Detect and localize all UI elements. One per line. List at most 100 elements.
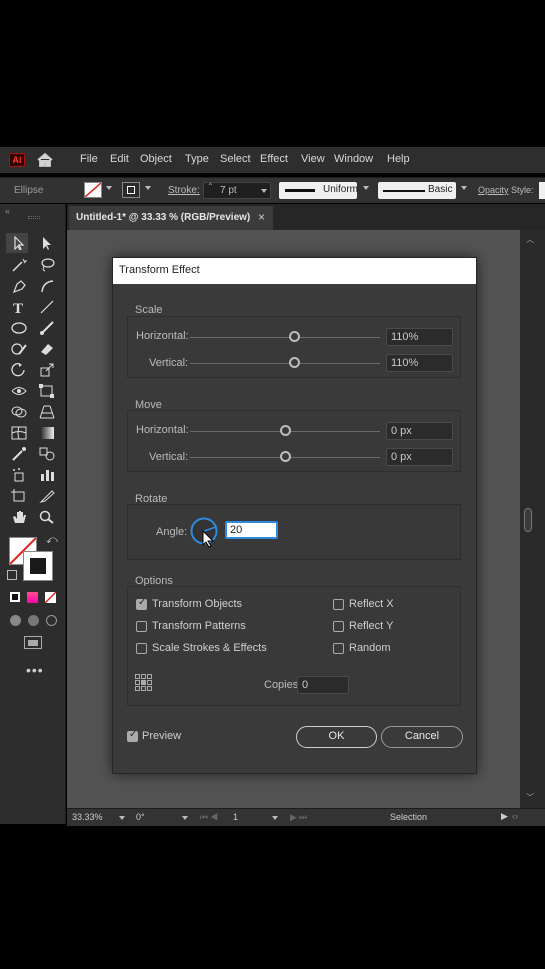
scale-horizontal-slider-thumb[interactable] <box>289 331 300 342</box>
free-transform-tool-icon[interactable] <box>39 384 55 398</box>
rotation-value[interactable]: 0° <box>136 812 145 822</box>
scale-vertical-field[interactable]: 110% <box>386 354 453 372</box>
random-checkbox[interactable] <box>333 643 344 654</box>
copies-field[interactable]: 0 <box>297 676 349 694</box>
draw-behind-icon[interactable] <box>28 615 39 626</box>
move-vertical-slider-thumb[interactable] <box>280 451 291 462</box>
scale-strokes-label[interactable]: Scale Strokes & Effects <box>152 642 267 654</box>
scroll-down-icon[interactable]: ﹀ <box>526 792 534 803</box>
artboard-prev-nav-icon[interactable]: ⏮◀ <box>200 812 220 823</box>
stroke-weight-field[interactable]: ⌃ 7 pt <box>203 182 271 199</box>
rotate-tool-icon[interactable] <box>11 363 27 377</box>
reflect-x-label[interactable]: Reflect X <box>349 598 394 610</box>
transform-patterns-checkbox[interactable] <box>136 621 147 632</box>
artboard-chevron-icon[interactable] <box>272 816 278 820</box>
curvature-tool-icon[interactable] <box>39 279 55 293</box>
edit-toolbar-more-icon[interactable]: ••• <box>26 662 44 678</box>
stepper-icon[interactable]: ⌃ <box>207 182 214 191</box>
lasso-tool-icon[interactable] <box>39 258 55 272</box>
stroke-color-swatch[interactable] <box>23 551 53 581</box>
preview-label[interactable]: Preview <box>142 730 181 742</box>
menu-window[interactable]: Window <box>334 153 373 165</box>
opacity-label[interactable]: Opacity <box>478 185 509 195</box>
scrollbar-thumb[interactable] <box>524 508 532 532</box>
brush-chevron-icon[interactable] <box>461 186 467 190</box>
symbol-sprayer-tool-icon[interactable] <box>11 468 27 482</box>
reflect-y-label[interactable]: Reflect Y <box>349 620 393 632</box>
fill-dropdown-chevron-icon[interactable] <box>106 186 112 190</box>
stroke-profile-chevron-icon[interactable] <box>363 186 369 190</box>
hand-tool-icon[interactable] <box>11 510 27 524</box>
stroke-weight-chevron-icon[interactable] <box>261 189 267 193</box>
artboard-tool-icon[interactable] <box>11 489 27 503</box>
stroke-swatch[interactable] <box>122 182 140 198</box>
selection-tool-icon[interactable] <box>11 235 27 252</box>
type-tool-icon[interactable]: T <box>11 300 27 317</box>
stroke-label[interactable]: Stroke: <box>168 185 200 196</box>
move-horizontal-slider-thumb[interactable] <box>280 425 291 436</box>
draw-inside-icon[interactable] <box>46 615 57 626</box>
scale-horizontal-slider[interactable] <box>190 337 380 338</box>
home-icon[interactable] <box>36 152 54 168</box>
document-tab[interactable]: Untitled-1* @ 33.33 % (RGB/Preview) × <box>69 206 273 230</box>
artboard-number[interactable]: 1 <box>233 812 238 822</box>
status-menu-arrow-icon[interactable]: ▶ <box>501 811 508 822</box>
move-horizontal-field[interactable]: 0 px <box>386 422 453 440</box>
artboard-next-nav-icon[interactable]: ▶⏭ <box>290 812 309 823</box>
paintbrush-tool-icon[interactable] <box>39 321 55 335</box>
zoom-chevron-icon[interactable] <box>119 816 125 820</box>
scale-strokes-checkbox[interactable] <box>136 643 147 654</box>
screen-mode-icon[interactable] <box>24 636 42 649</box>
reflect-x-checkbox[interactable] <box>333 599 344 610</box>
magic-wand-tool-icon[interactable] <box>11 258 28 272</box>
fill-swatch[interactable] <box>84 182 102 198</box>
pen-tool-icon[interactable] <box>11 279 27 294</box>
dialog-title[interactable]: Transform Effect <box>113 258 476 284</box>
default-colors-icon[interactable] <box>7 570 17 580</box>
cancel-button[interactable]: Cancel <box>381 726 463 748</box>
zoom-level[interactable]: 33.33% <box>72 812 103 822</box>
transform-objects-checkbox[interactable] <box>136 597 147 610</box>
ellipse-tool-icon[interactable] <box>11 321 27 335</box>
panel-grip-icon[interactable] <box>28 216 40 219</box>
scale-vertical-slider-thumb[interactable] <box>289 357 300 368</box>
scale-vertical-slider[interactable] <box>190 363 380 364</box>
menu-file[interactable]: File <box>80 153 98 165</box>
reflect-y-checkbox[interactable] <box>333 621 344 632</box>
menu-select[interactable]: Select <box>220 153 251 165</box>
status-scroll-icon[interactable]: ‹› <box>512 811 518 821</box>
reference-point-locator-icon[interactable] <box>135 674 153 692</box>
perspective-grid-tool-icon[interactable] <box>39 405 55 419</box>
scale-horizontal-field[interactable]: 110% <box>386 328 453 346</box>
shape-builder-tool-icon[interactable] <box>11 405 27 419</box>
style-swatch[interactable] <box>539 182 545 199</box>
menu-edit[interactable]: Edit <box>110 153 129 165</box>
stroke-dropdown-chevron-icon[interactable] <box>145 186 151 190</box>
collapse-panel-icon[interactable]: « <box>5 206 10 216</box>
shaper-tool-icon[interactable] <box>11 342 27 356</box>
none-mode-icon[interactable] <box>44 591 57 604</box>
move-vertical-field[interactable]: 0 px <box>386 448 453 466</box>
slice-tool-icon[interactable] <box>39 489 55 503</box>
menu-type[interactable]: Type <box>185 153 209 165</box>
scale-tool-icon[interactable] <box>39 363 55 377</box>
eraser-tool-icon[interactable] <box>39 342 55 356</box>
gradient-mode-icon[interactable] <box>27 592 38 603</box>
blend-tool-icon[interactable] <box>39 447 55 461</box>
eyedropper-tool-icon[interactable] <box>11 447 27 461</box>
vertical-scrollbar[interactable]: ︿ ﹀ <box>520 230 545 808</box>
angle-field[interactable]: 20 <box>225 521 278 539</box>
transform-patterns-label[interactable]: Transform Patterns <box>152 620 246 632</box>
direct-selection-tool-icon[interactable] <box>39 236 55 250</box>
menu-help[interactable]: Help <box>387 153 410 165</box>
scroll-up-icon[interactable]: ︿ <box>526 234 534 245</box>
zoom-tool-icon[interactable] <box>39 510 55 524</box>
stroke-profile-dropdown[interactable]: Uniform <box>279 182 358 199</box>
swap-colors-icon[interactable]: ⤺ <box>46 534 58 547</box>
rotation-chevron-icon[interactable] <box>182 816 188 820</box>
gradient-tool-icon[interactable] <box>39 426 55 440</box>
random-label[interactable]: Random <box>349 642 391 654</box>
ok-button[interactable]: OK <box>296 726 377 748</box>
close-tab-icon[interactable]: × <box>258 210 265 224</box>
menu-object[interactable]: Object <box>140 153 172 165</box>
